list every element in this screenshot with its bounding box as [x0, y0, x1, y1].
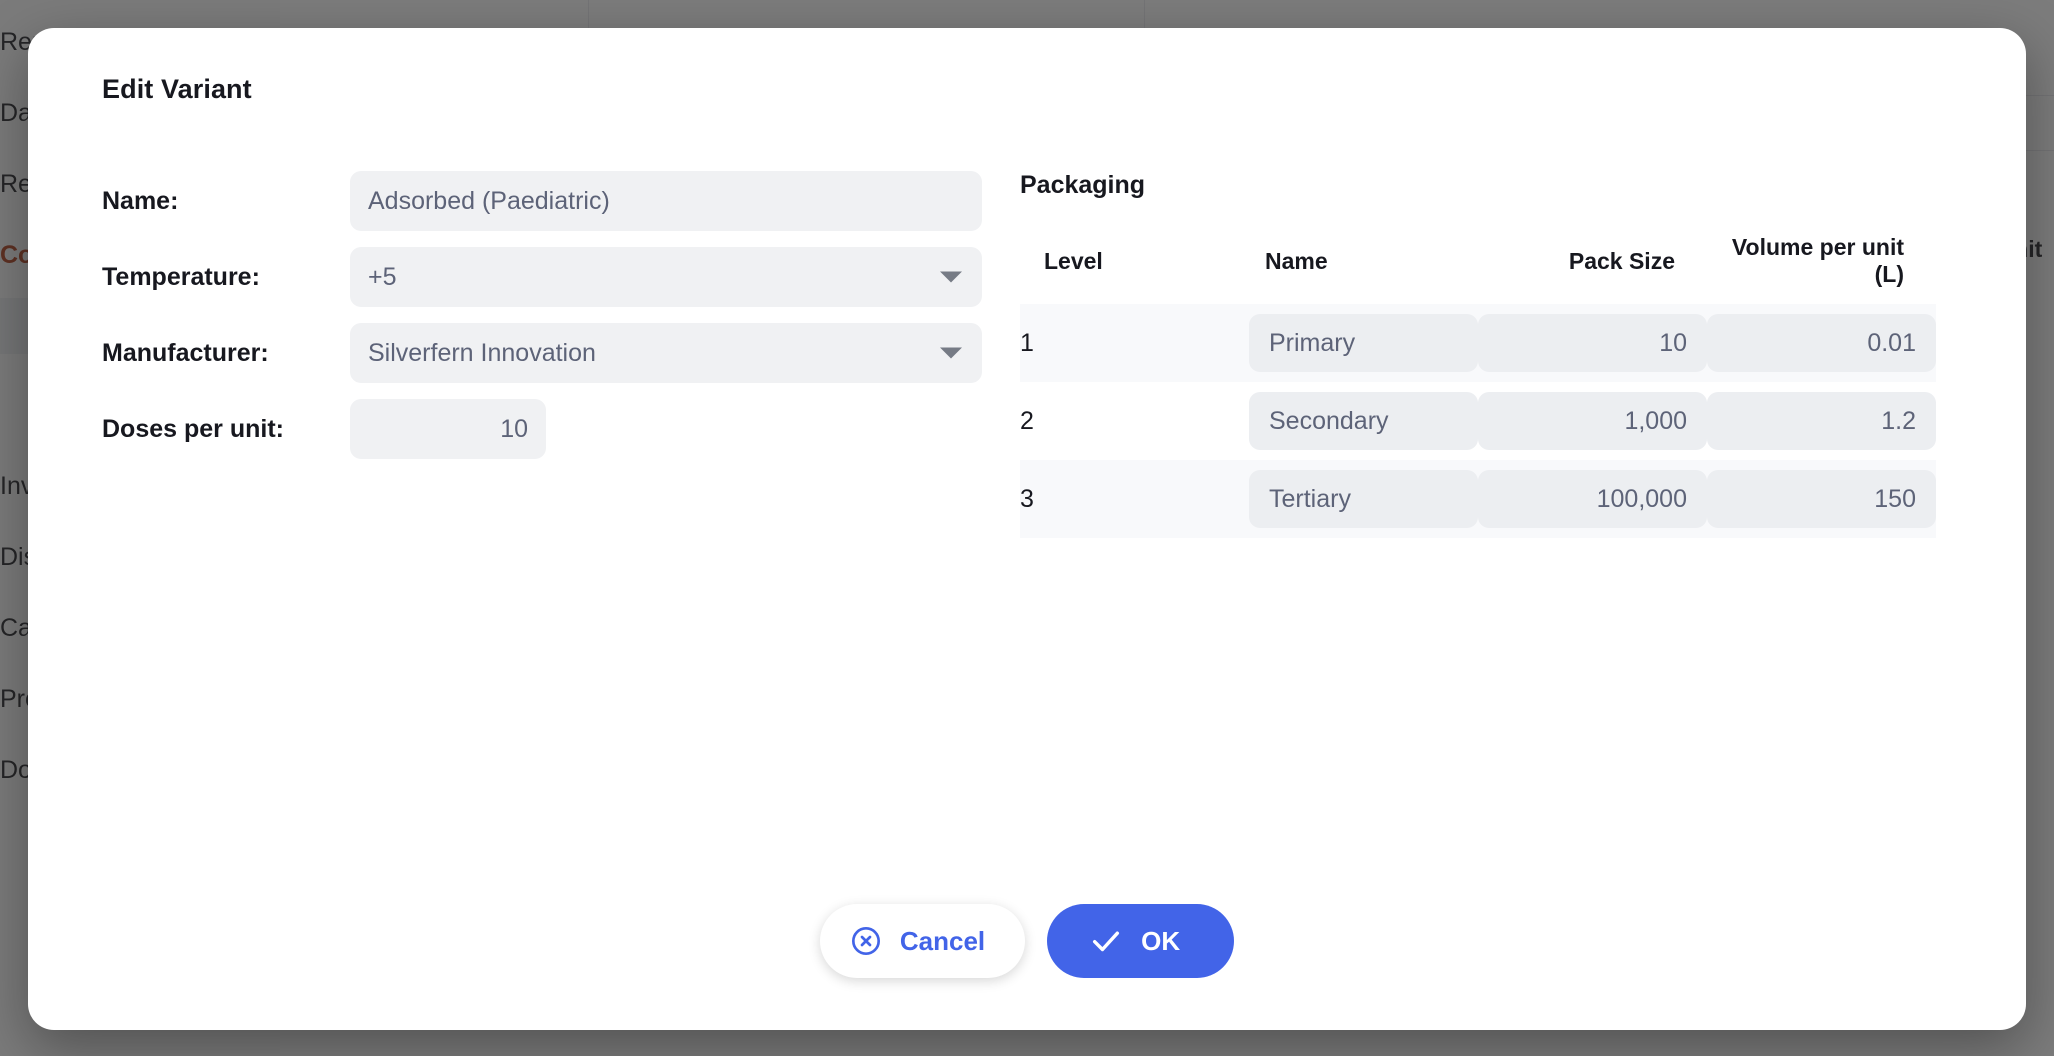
- row-pack-size-cell: 1,000: [1478, 382, 1707, 460]
- row-volume-input[interactable]: 0.01: [1707, 314, 1936, 372]
- variant-form: Name: Adsorbed (Paediatric) Temperature:…: [80, 171, 1020, 538]
- form-row-name: Name: Adsorbed (Paediatric): [102, 171, 1020, 231]
- name-label: Name:: [102, 186, 179, 215]
- row-name-input[interactable]: Tertiary: [1249, 470, 1478, 528]
- table-row[interactable]: 3 Tertiary 100,000 150: [1020, 460, 1936, 538]
- row-name-input[interactable]: Primary: [1249, 314, 1478, 372]
- cancel-button[interactable]: Cancel: [819, 904, 1026, 978]
- column-header-name: Name: [1265, 247, 1328, 274]
- dialog-title: Edit Variant: [102, 74, 252, 104]
- packaging-table-head: Level Name Pack Size Volume per unit (L): [1020, 234, 1936, 304]
- dialog-body: Name: Adsorbed (Paediatric) Temperature:…: [80, 171, 1974, 538]
- row-level: 3: [1020, 484, 1034, 513]
- row-pack-size-input[interactable]: 10: [1478, 314, 1707, 372]
- doses-per-unit-value: 10: [500, 414, 528, 443]
- row-name-cell: Primary: [1249, 304, 1478, 382]
- chevron-down-icon: [940, 347, 962, 359]
- packaging-section: Packaging Level Name Pack Size Volume pe…: [1020, 171, 1974, 538]
- temperature-select[interactable]: +5: [350, 247, 982, 307]
- doses-per-unit-label: Doses per unit:: [102, 414, 284, 443]
- row-pack-size-cell: 100,000: [1478, 460, 1707, 538]
- ok-button-label: OK: [1141, 925, 1181, 956]
- packaging-table-body: 1 Primary 10 0.01 2 Secondary 1,000 1.2 …: [1020, 304, 1936, 538]
- temperature-select-value: +5: [368, 262, 397, 291]
- check-icon: [1089, 924, 1123, 958]
- row-name-input[interactable]: Secondary: [1249, 392, 1478, 450]
- row-volume-input[interactable]: 150: [1707, 470, 1936, 528]
- circle-x-icon: [850, 925, 882, 957]
- row-pack-size-cell: 10: [1478, 304, 1707, 382]
- ok-button[interactable]: OK: [1047, 904, 1235, 978]
- packaging-title: Packaging: [1020, 171, 1146, 199]
- form-row-manufacturer: Manufacturer: Silverfern Innovation: [102, 323, 1020, 383]
- column-header-pack-size: Pack Size: [1568, 247, 1675, 274]
- row-pack-size-input[interactable]: 100,000: [1478, 470, 1707, 528]
- packaging-header-row: Level Name Pack Size Volume per unit (L): [1020, 234, 1936, 304]
- chevron-down-icon: [940, 271, 962, 283]
- manufacturer-select[interactable]: Silverfern Innovation: [350, 323, 982, 383]
- manufacturer-select-value: Silverfern Innovation: [368, 338, 596, 367]
- row-name-cell: Tertiary: [1249, 460, 1478, 538]
- form-row-doses-per-unit: Doses per unit: 10: [102, 399, 1020, 459]
- row-volume-cell: 1.2: [1707, 382, 1936, 460]
- dialog-footer: Cancel OK: [28, 904, 2026, 978]
- row-volume-cell: 150: [1707, 460, 1936, 538]
- form-row-temperature: Temperature: +5: [102, 247, 1020, 307]
- row-pack-size-input[interactable]: 1,000: [1478, 392, 1707, 450]
- edit-variant-dialog: Edit Variant Name: Adsorbed (Paediatric)…: [28, 28, 2026, 1030]
- temperature-label: Temperature:: [102, 262, 260, 291]
- name-input[interactable]: Adsorbed (Paediatric): [350, 171, 982, 231]
- manufacturer-label: Manufacturer:: [102, 338, 269, 367]
- packaging-table: Level Name Pack Size Volume per unit (L)…: [1020, 234, 1936, 538]
- row-level: 1: [1020, 328, 1034, 357]
- doses-per-unit-input[interactable]: 10: [350, 399, 546, 459]
- column-header-volume: Volume per unit (L): [1731, 234, 1904, 287]
- row-volume-input[interactable]: 1.2: [1707, 392, 1936, 450]
- table-row[interactable]: 1 Primary 10 0.01: [1020, 304, 1936, 382]
- row-name-cell: Secondary: [1249, 382, 1478, 460]
- cancel-button-label: Cancel: [899, 925, 986, 956]
- name-input-value: Adsorbed (Paediatric): [368, 186, 610, 215]
- row-level: 2: [1020, 406, 1034, 435]
- row-volume-cell: 0.01: [1707, 304, 1936, 382]
- table-row[interactable]: 2 Secondary 1,000 1.2: [1020, 382, 1936, 460]
- column-header-level: Level: [1044, 247, 1103, 274]
